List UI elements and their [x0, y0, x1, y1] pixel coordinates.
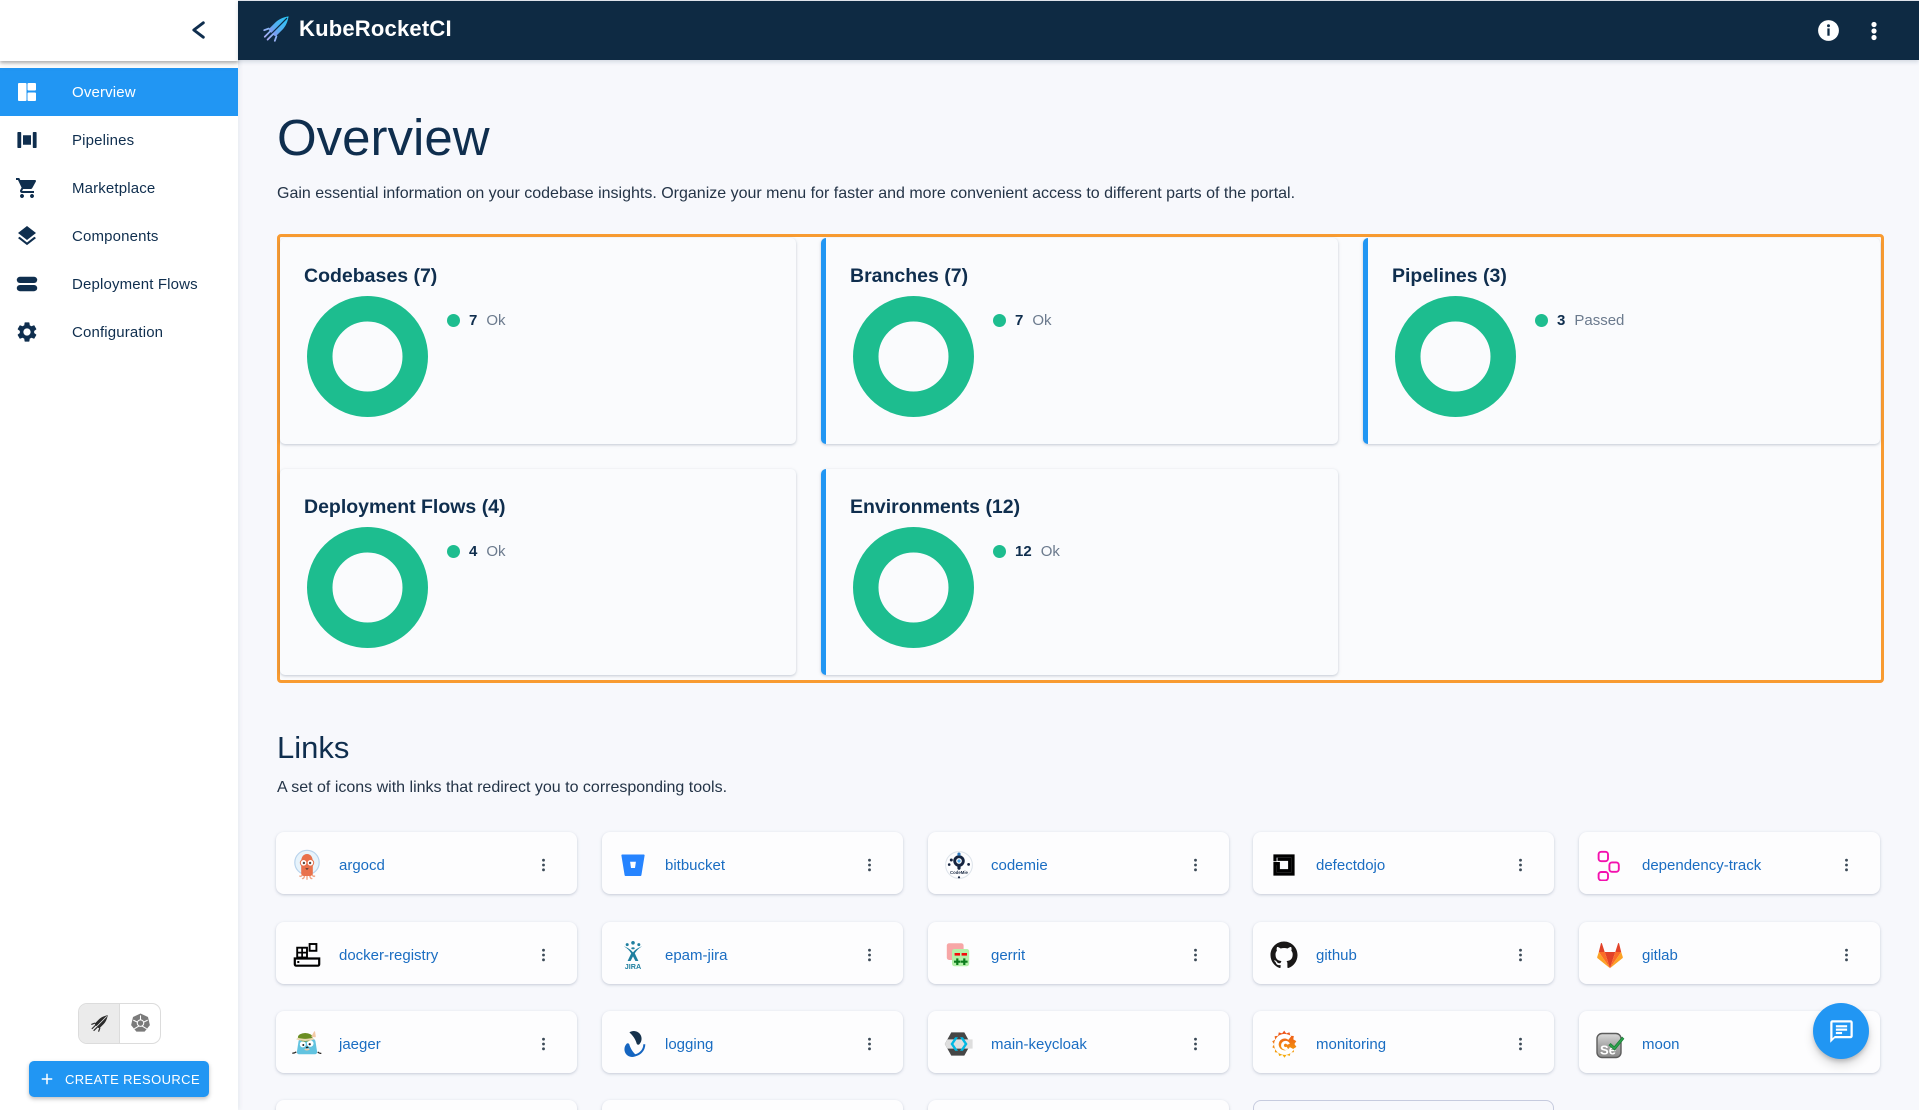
svg-text:Se: Se — [1600, 1043, 1616, 1058]
svg-text:CodeMie: CodeMie — [950, 870, 969, 875]
svg-text:JIRA: JIRA — [625, 962, 641, 971]
